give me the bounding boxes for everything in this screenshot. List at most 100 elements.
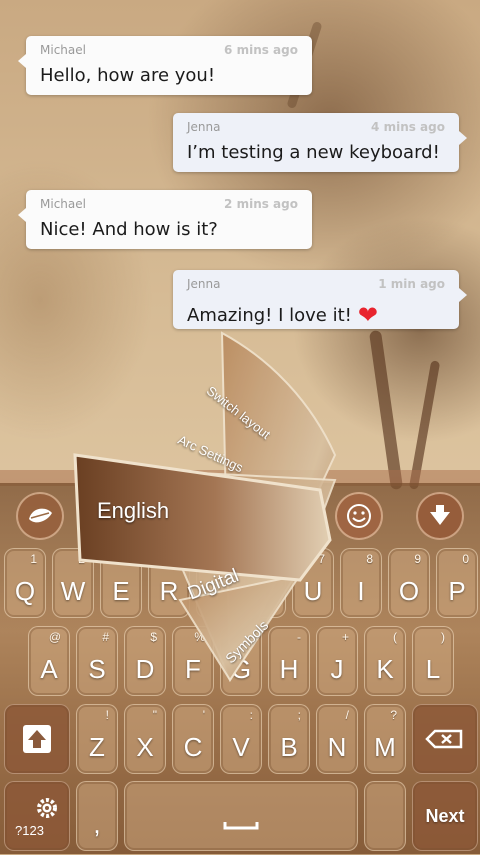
space-key[interactable] bbox=[124, 781, 358, 851]
key-sub-label: ; bbox=[297, 708, 301, 722]
next-label: Next bbox=[425, 806, 465, 826]
arc-english-label[interactable]: English bbox=[97, 498, 169, 524]
message-time: 6 mins ago bbox=[224, 43, 298, 57]
message-text-content: Amazing! I love it! bbox=[187, 305, 352, 326]
key-label: K bbox=[376, 654, 394, 684]
message-bubble[interactable]: Jenna 1 min ago Amazing! I love it! ❤ bbox=[173, 270, 467, 329]
key-label: P bbox=[448, 576, 466, 606]
key-r[interactable]: 4R bbox=[148, 548, 190, 618]
message-bubble[interactable]: Michael 2 mins ago Nice! And how is it? bbox=[18, 190, 312, 249]
key-j[interactable]: + J bbox=[316, 626, 358, 696]
key-z[interactable]: ! Z bbox=[76, 704, 118, 774]
leaf-icon-button[interactable] bbox=[16, 492, 64, 540]
key-label: V bbox=[232, 732, 250, 762]
key-label: J bbox=[330, 654, 344, 684]
message-sender: Jenna bbox=[187, 277, 221, 291]
key-c[interactable]: ' C bbox=[172, 704, 214, 774]
key-o[interactable]: 9O bbox=[388, 548, 430, 618]
key-x[interactable]: " X bbox=[124, 704, 166, 774]
key-f[interactable]: % F bbox=[172, 626, 214, 696]
key-label: F bbox=[185, 654, 201, 684]
bubble-tail bbox=[18, 54, 26, 68]
key-a[interactable]: @ A bbox=[28, 626, 70, 696]
key-sub-label: @ bbox=[48, 630, 61, 644]
key-label: D bbox=[135, 654, 155, 684]
key-label: Q bbox=[14, 576, 36, 606]
emoji-button[interactable] bbox=[335, 492, 383, 540]
key-label: R bbox=[159, 576, 179, 606]
key-label: O bbox=[398, 576, 420, 606]
key-label: X bbox=[136, 732, 154, 762]
key-s[interactable]: # S bbox=[76, 626, 118, 696]
key-label: L bbox=[425, 654, 441, 684]
key-p[interactable]: 0P bbox=[436, 548, 478, 618]
key-d[interactable]: $ D bbox=[124, 626, 166, 696]
key-e[interactable]: 3E bbox=[100, 548, 142, 618]
key-sub-label: ) bbox=[441, 630, 445, 644]
key-sub-label: ! bbox=[105, 708, 109, 722]
key-sub-label: 2 bbox=[78, 552, 85, 566]
message-time: 1 min ago bbox=[378, 277, 445, 291]
key-sub-label: ( bbox=[393, 630, 397, 644]
key-label: H bbox=[279, 654, 299, 684]
key-sub-label: 4 bbox=[174, 552, 181, 566]
key-sub-label: 0 bbox=[462, 552, 469, 566]
key-label: Y bbox=[256, 576, 274, 606]
key-u[interactable]: 7U bbox=[292, 548, 334, 618]
arc-settings-label[interactable]: Arc Settings bbox=[176, 432, 246, 475]
key-label: , bbox=[93, 809, 101, 839]
key-v[interactable]: :V bbox=[220, 704, 262, 774]
message-sender: Jenna bbox=[187, 120, 221, 134]
key-sub-label: ? bbox=[390, 708, 397, 722]
key-label: A bbox=[40, 654, 58, 684]
hide-keyboard-icon bbox=[430, 505, 450, 525]
key-q[interactable]: 1Q bbox=[4, 548, 46, 618]
key-label: N bbox=[327, 732, 347, 762]
message-sender: Michael bbox=[40, 197, 86, 211]
key-label: I bbox=[357, 576, 365, 606]
comma-key[interactable]: , bbox=[76, 781, 118, 851]
key-sub-label: 7 bbox=[318, 552, 325, 566]
key-sub-label: " bbox=[152, 708, 157, 722]
key-m[interactable]: ? M bbox=[364, 704, 406, 774]
message-bubble[interactable]: Jenna 4 mins ago I’m testing a new keybo… bbox=[173, 113, 467, 172]
key-l[interactable]: ) L bbox=[412, 626, 454, 696]
key-sub-label: : bbox=[249, 708, 253, 722]
key-label: M bbox=[374, 732, 396, 762]
space-icon bbox=[223, 822, 259, 830]
key-i[interactable]: 8I bbox=[340, 548, 382, 618]
key-h[interactable]: -H bbox=[268, 626, 310, 696]
key-y[interactable]: 6Y bbox=[244, 548, 286, 618]
message-text: I’m testing a new keyboard! bbox=[187, 142, 440, 163]
key-sub-label: 1 bbox=[30, 552, 37, 566]
key-sub-label: # bbox=[102, 630, 109, 644]
symbols-key[interactable]: ?123 bbox=[4, 781, 70, 851]
smiley-icon bbox=[347, 504, 371, 528]
bubble-tail bbox=[459, 288, 467, 302]
key-sub-label: 5 bbox=[222, 552, 229, 566]
heart-icon: ❤ bbox=[357, 301, 378, 329]
key-label: W bbox=[60, 576, 86, 606]
key-label: B bbox=[280, 732, 298, 762]
period-key[interactable] bbox=[364, 781, 406, 851]
key-label: U bbox=[303, 576, 323, 606]
hide-keyboard-button[interactable] bbox=[416, 492, 464, 540]
leaf-icon bbox=[29, 508, 52, 523]
key-label: E bbox=[112, 576, 130, 606]
message-text: Hello, how are you! bbox=[40, 65, 216, 86]
key-w[interactable]: 2W bbox=[52, 548, 94, 618]
message-text: Nice! And how is it? bbox=[40, 219, 218, 240]
key-n[interactable]: / N bbox=[316, 704, 358, 774]
next-key[interactable]: Next bbox=[412, 781, 478, 851]
shift-key[interactable] bbox=[4, 704, 70, 774]
keyboard: 1Q 2W 3E 4R 5T 6Y 7U 8I 9O 0P @ A # S $ D %… bbox=[0, 483, 480, 854]
backspace-key[interactable] bbox=[412, 704, 478, 774]
key-k[interactable]: (K bbox=[364, 626, 406, 696]
arc-switch-layout-label[interactable]: Switch layout bbox=[204, 383, 274, 442]
key-b[interactable]: ; B bbox=[268, 704, 310, 774]
bubble-tail bbox=[459, 131, 467, 145]
key-sub-label: + bbox=[341, 630, 349, 644]
bubble-tail bbox=[18, 208, 26, 222]
message-bubble[interactable]: Michael 6 mins ago Hello, how are you! bbox=[18, 36, 312, 95]
key-label: C bbox=[183, 732, 203, 762]
